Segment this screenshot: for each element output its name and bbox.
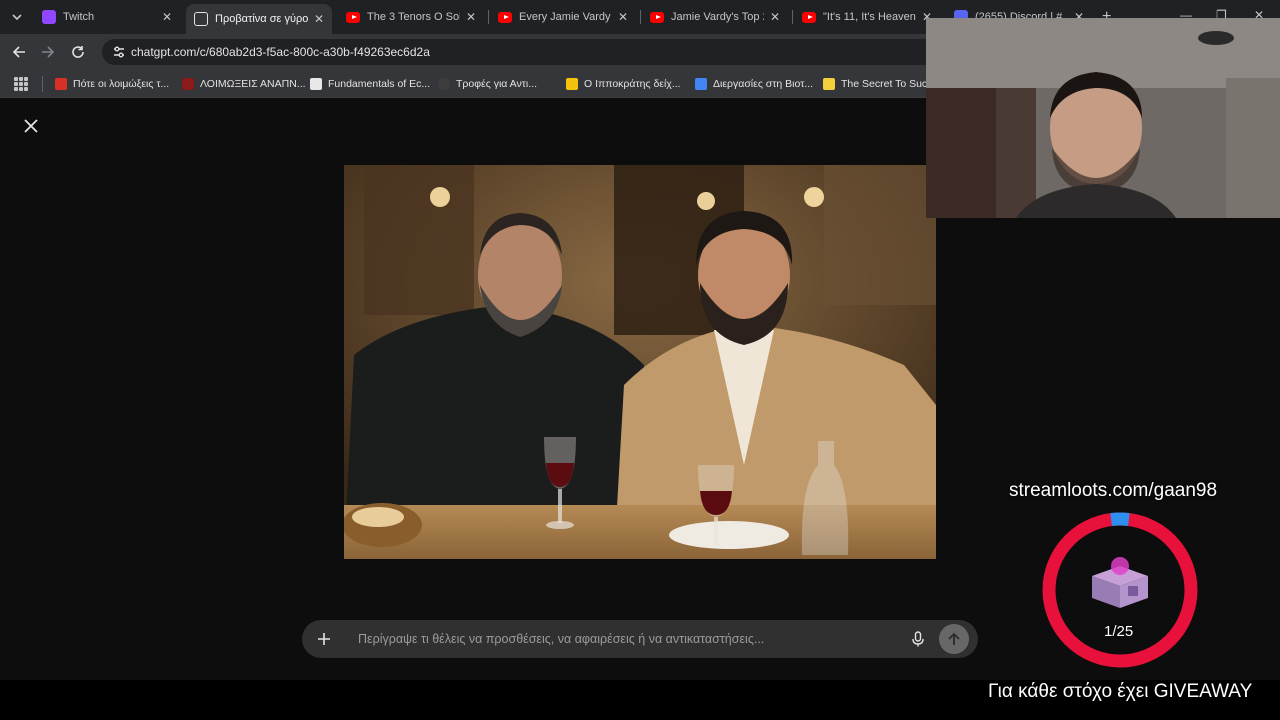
- generated-image-illustration: [344, 165, 936, 559]
- plus-icon: [318, 633, 330, 645]
- bookmark-label: Ο Ιπποκράτης δείχ...: [584, 78, 681, 90]
- tab-search-button[interactable]: [6, 7, 28, 27]
- send-button[interactable]: [939, 624, 969, 654]
- youtube-icon: [346, 11, 360, 23]
- webcam-feed-illustration: [926, 18, 1280, 218]
- reload-icon: [72, 46, 84, 58]
- generated-image[interactable]: [344, 165, 936, 559]
- arrow-left-icon: [12, 46, 25, 58]
- bookmark-favicon-icon: [823, 78, 835, 90]
- bookmark-item[interactable]: Τροφές για Αντι...: [438, 76, 537, 92]
- tab-youtube-tenors[interactable]: The 3 Tenors O Sole ✕: [338, 4, 484, 30]
- bookmark-item[interactable]: Fundamentals of Ec...: [310, 76, 430, 92]
- chatgpt-icon: [194, 12, 208, 26]
- close-tab-icon[interactable]: ✕: [314, 12, 324, 26]
- bookmark-favicon-icon: [438, 78, 450, 90]
- twitch-icon: [42, 10, 56, 24]
- youtube-icon: [650, 11, 664, 23]
- bookmark-favicon-icon: [566, 78, 578, 90]
- reload-button[interactable]: [69, 43, 87, 61]
- youtube-icon: [498, 11, 512, 23]
- tab-chatgpt[interactable]: Προβατίνα σε γύρο ✕: [186, 4, 332, 34]
- bookmark-favicon-icon: [310, 78, 322, 90]
- tab-title: Twitch: [63, 11, 95, 23]
- arrow-up-icon: [948, 632, 960, 645]
- edit-prompt-input[interactable]: [358, 629, 898, 649]
- chevron-down-icon: [12, 14, 22, 20]
- url-text: chatgpt.com/c/680ab2d3-f5ac-800c-a30b-f4…: [131, 45, 430, 59]
- goal-count: 1/25: [1104, 623, 1134, 640]
- tab-youtube-heaven[interactable]: "It's 11, It's Heaven f ✕: [794, 4, 940, 30]
- arrow-right-icon: [42, 46, 55, 58]
- edit-prompt-bar: [302, 620, 978, 658]
- bookmark-favicon-icon: [182, 78, 194, 90]
- close-tab-icon[interactable]: ✕: [770, 10, 780, 24]
- microphone-icon: [912, 631, 924, 647]
- tab-title: Προβατίνα σε γύρο: [215, 13, 308, 25]
- youtube-icon: [802, 11, 816, 23]
- bookmark-favicon-icon: [695, 78, 707, 90]
- goal-progress-ring: [1042, 512, 1198, 668]
- tab-separator: [792, 10, 793, 24]
- bookmark-label: Πότε οι λοιμώξεις τ...: [73, 78, 170, 90]
- bookmark-label: Fundamentals of Ec...: [328, 78, 431, 90]
- forward-button[interactable]: [39, 43, 57, 61]
- dictate-button[interactable]: [908, 629, 928, 649]
- tab-youtube-vardy-goals[interactable]: Every Jamie Vardy G ✕: [490, 4, 636, 30]
- bookmark-item[interactable]: Πότε οι λοιμώξεις τ...: [55, 76, 169, 92]
- bookmark-item[interactable]: Ο Ιπποκράτης δείχ...: [566, 76, 681, 92]
- bookmark-favicon-icon: [55, 78, 67, 90]
- back-button[interactable]: [10, 43, 28, 61]
- bookmarks-separator: [42, 76, 43, 92]
- bookmark-label: Διεργασίες στη Βιοτ...: [713, 78, 814, 90]
- webcam-overlay: [926, 18, 1280, 218]
- tab-title: Every Jamie Vardy G: [519, 11, 612, 23]
- apps-grid-icon[interactable]: [14, 77, 28, 91]
- tab-separator: [640, 10, 641, 24]
- bookmark-item[interactable]: Διεργασίες στη Βιοτ...: [695, 76, 813, 92]
- tab-title: Jamie Vardy's Top 20: [671, 11, 764, 23]
- close-tab-icon[interactable]: ✕: [466, 10, 476, 24]
- tab-title: The 3 Tenors O Sole: [367, 11, 460, 23]
- site-settings-icon[interactable]: [112, 45, 126, 59]
- tab-youtube-vardy-top20[interactable]: Jamie Vardy's Top 20 ✕: [642, 4, 788, 30]
- loot-chest-icon: [1092, 557, 1148, 608]
- add-attachment-button[interactable]: [312, 627, 336, 651]
- bookmark-item[interactable]: ΛΟΙΜΩΞΕΙΣ ΑΝΑΠΝ...: [182, 76, 306, 92]
- streamloots-link: streamloots.com/gaan98: [1009, 480, 1218, 501]
- bookmark-item[interactable]: The Secret To Succ...: [823, 76, 941, 92]
- bookmark-label: Τροφές για Αντι...: [456, 78, 537, 90]
- tab-twitch[interactable]: Twitch ✕: [34, 4, 180, 30]
- tab-separator: [488, 10, 489, 24]
- close-icon[interactable]: [22, 117, 40, 135]
- close-tab-icon[interactable]: ✕: [618, 10, 628, 24]
- tab-title: "It's 11, It's Heaven f: [823, 11, 916, 23]
- close-tab-icon[interactable]: ✕: [162, 10, 172, 24]
- bookmark-label: ΛΟΙΜΩΞΕΙΣ ΑΝΑΠΝ...: [200, 78, 306, 90]
- giveaway-banner: Για κάθε στόχο έχει GIVEAWAY: [988, 681, 1253, 702]
